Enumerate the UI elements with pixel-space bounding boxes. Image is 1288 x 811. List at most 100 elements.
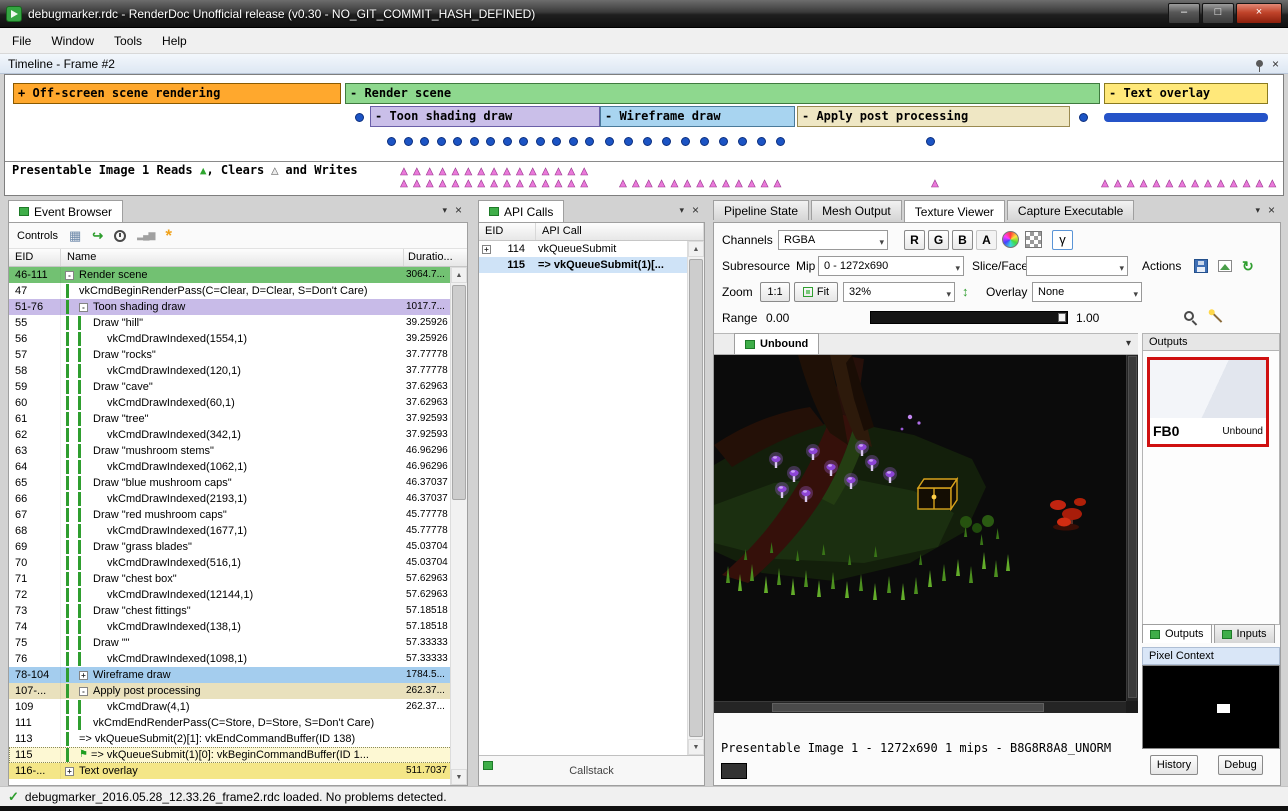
column-duration[interactable]: Duratio... [404, 249, 467, 266]
event-row-68[interactable]: 68vkCmdDrawIndexed(1677,1)45.77778 [9, 523, 452, 539]
event-row-107-...[interactable]: 107-...-Apply post processing262.37... [9, 683, 452, 699]
scroll-down-icon[interactable]: ▼ [451, 769, 467, 785]
timeline-draw-dot[interactable] [486, 137, 495, 146]
chart-icon[interactable]: ▂▄▆ [137, 230, 154, 241]
event-row-57[interactable]: 57Draw "rocks"37.77778 [9, 347, 452, 363]
timeline-draw-dot[interactable] [662, 137, 671, 146]
minimize-button[interactable]: – [1168, 3, 1200, 24]
refresh-icon[interactable]: ↻ [1242, 256, 1254, 276]
event-row-113[interactable]: 113=> vkQueueSubmit(2)[1]: vkEndCommandB… [9, 731, 452, 747]
event-row-74[interactable]: 74vkCmdDrawIndexed(138,1)57.18518 [9, 619, 452, 635]
timeline-draw-dot[interactable] [503, 137, 512, 146]
tab-pipeline-state[interactable]: Pipeline State [713, 200, 809, 220]
scroll-up-icon[interactable]: ▲ [688, 241, 704, 257]
event-row-60[interactable]: 60vkCmdDrawIndexed(60,1)37.62963 [9, 395, 452, 411]
event-row-71[interactable]: 71Draw "chest box"57.62963 [9, 571, 452, 587]
bookmark-icon[interactable]: * [165, 229, 172, 243]
auto-range-wand-icon[interactable] [1212, 312, 1223, 323]
slice-face-select[interactable] [1026, 256, 1128, 276]
timeline-draw-dot[interactable] [404, 137, 413, 146]
maximize-button[interactable]: □ [1202, 3, 1234, 24]
channel-g-button[interactable]: G [928, 230, 949, 250]
timeline-draw-dot[interactable] [437, 137, 446, 146]
overlay-select[interactable]: None [1032, 282, 1142, 302]
timeline-bar-text-overlay[interactable]: - Text overlay [1104, 83, 1268, 104]
close-icon[interactable]: × [692, 204, 699, 216]
timeline-bar-wireframe[interactable]: - Wireframe draw [600, 106, 795, 127]
event-row-109[interactable]: 109vkCmdDraw(4,1)262.37... [9, 699, 452, 715]
save-texture-icon[interactable] [1194, 259, 1208, 273]
event-row-51-76[interactable]: 51-76-Toon shading draw1017.7... [9, 299, 452, 315]
event-row-56[interactable]: 56vkCmdDrawIndexed(1554,1)39.25926 [9, 331, 452, 347]
scroll-thumb[interactable] [1128, 356, 1137, 698]
texture-tab-unbound[interactable]: Unbound [734, 333, 819, 354]
framebuffer-fb0-item[interactable]: FB0 Unbound [1147, 357, 1269, 447]
zoom-fit-button[interactable]: Fit [794, 282, 838, 302]
timeline-draw-dot[interactable] [738, 137, 747, 146]
channel-a-button[interactable]: A [976, 230, 997, 250]
timeline-draw-dot[interactable] [757, 137, 766, 146]
scroll-down-icon[interactable]: ▼ [688, 739, 704, 755]
timeline-draw-dot[interactable] [519, 137, 528, 146]
menu-help[interactable]: Help [152, 30, 197, 52]
event-row-70[interactable]: 70vkCmdDrawIndexed(516,1)45.03704 [9, 555, 452, 571]
event-row-46-111[interactable]: 46-111-Render scene3064.7... [9, 267, 452, 283]
timeline-draw-dot[interactable] [776, 137, 785, 146]
event-row-73[interactable]: 73Draw "chest fittings"57.18518 [9, 603, 452, 619]
timeline-draw-dot[interactable] [569, 137, 578, 146]
menu-file[interactable]: File [2, 30, 41, 52]
column-eid[interactable]: EID [9, 249, 61, 266]
tab-texture-viewer[interactable]: Texture Viewer [904, 200, 1005, 222]
texture-display[interactable] [714, 355, 1138, 713]
tab-inputs[interactable]: Inputs [1214, 624, 1275, 643]
collapse-icon[interactable]: - [79, 303, 88, 312]
event-row-55[interactable]: 55Draw "hill"39.25926 [9, 315, 452, 331]
event-row-72[interactable]: 72vkCmdDrawIndexed(12144,1)57.62963 [9, 587, 452, 603]
close-button[interactable]: × [1236, 3, 1282, 24]
timeline-draw-dot[interactable] [1079, 113, 1088, 122]
channels-select[interactable]: RGBA [778, 230, 888, 250]
timeline-bar-render-scene[interactable]: - Render scene [345, 83, 1100, 104]
api-calls-scrollbar[interactable]: ▲ ▼ [687, 241, 704, 755]
column-name[interactable]: Name [61, 249, 404, 266]
export-texture-icon[interactable] [1218, 260, 1232, 272]
event-row-115[interactable]: 115⚑=> vkQueueSubmit(1)[0]: vkBeginComma… [9, 747, 452, 763]
timeline-draw-dot[interactable] [681, 137, 690, 146]
timeline-draw-dot[interactable] [420, 137, 429, 146]
event-row-76[interactable]: 76vkCmdDrawIndexed(1098,1)57.33333 [9, 651, 452, 667]
event-row-75[interactable]: 75Draw ""57.33333 [9, 635, 452, 651]
event-browser-scrollbar[interactable]: ▲ ▼ [450, 267, 467, 785]
color-wheel-icon[interactable] [1002, 231, 1019, 248]
api-call-row-115[interactable]: 115=> vkQueueSubmit(1)[... [479, 257, 687, 273]
expand-icon[interactable]: + [482, 245, 491, 254]
scroll-thumb[interactable] [689, 259, 703, 737]
event-row-64[interactable]: 64vkCmdDrawIndexed(1062,1)46.96296 [9, 459, 452, 475]
scroll-thumb[interactable] [772, 703, 1044, 712]
menu-tools[interactable]: Tools [104, 30, 152, 52]
column-api-call[interactable]: API Call [536, 223, 704, 240]
event-row-66[interactable]: 66vkCmdDrawIndexed(2193,1)46.37037 [9, 491, 452, 507]
event-row-47[interactable]: 47vkCmdBeginRenderPass(C=Clear, D=Clear,… [9, 283, 452, 299]
api-call-row-114[interactable]: +114vkQueueSubmit [479, 241, 687, 257]
range-slider-thumb[interactable] [1058, 313, 1066, 322]
timeline-draw-dot[interactable] [719, 137, 728, 146]
pin-icon[interactable] [1256, 60, 1263, 67]
channel-b-button[interactable]: B [952, 230, 973, 250]
close-icon[interactable]: × [1268, 204, 1275, 216]
timeline-draw-dot[interactable] [453, 137, 462, 146]
close-icon[interactable]: × [455, 204, 462, 216]
texture-horizontal-scrollbar[interactable] [714, 701, 1126, 713]
scroll-thumb[interactable] [452, 285, 466, 500]
time-draws-icon[interactable] [114, 230, 126, 242]
event-row-61[interactable]: 61Draw "tree"37.92593 [9, 411, 452, 427]
chevron-down-icon[interactable]: ▾ [679, 205, 684, 216]
timeline-draw-dot[interactable] [624, 137, 633, 146]
event-row-78-104[interactable]: 78-104+Wireframe draw1784.5... [9, 667, 452, 683]
mip-select[interactable]: 0 - 1272x690 [818, 256, 964, 276]
history-button[interactable]: History [1150, 755, 1198, 775]
timeline-draw-dot[interactable] [536, 137, 545, 146]
gamma-button[interactable]: γ [1052, 230, 1073, 250]
pixel-context-view[interactable] [1142, 665, 1280, 749]
event-row-69[interactable]: 69Draw "grass blades"45.03704 [9, 539, 452, 555]
close-icon[interactable]: × [1272, 58, 1279, 70]
